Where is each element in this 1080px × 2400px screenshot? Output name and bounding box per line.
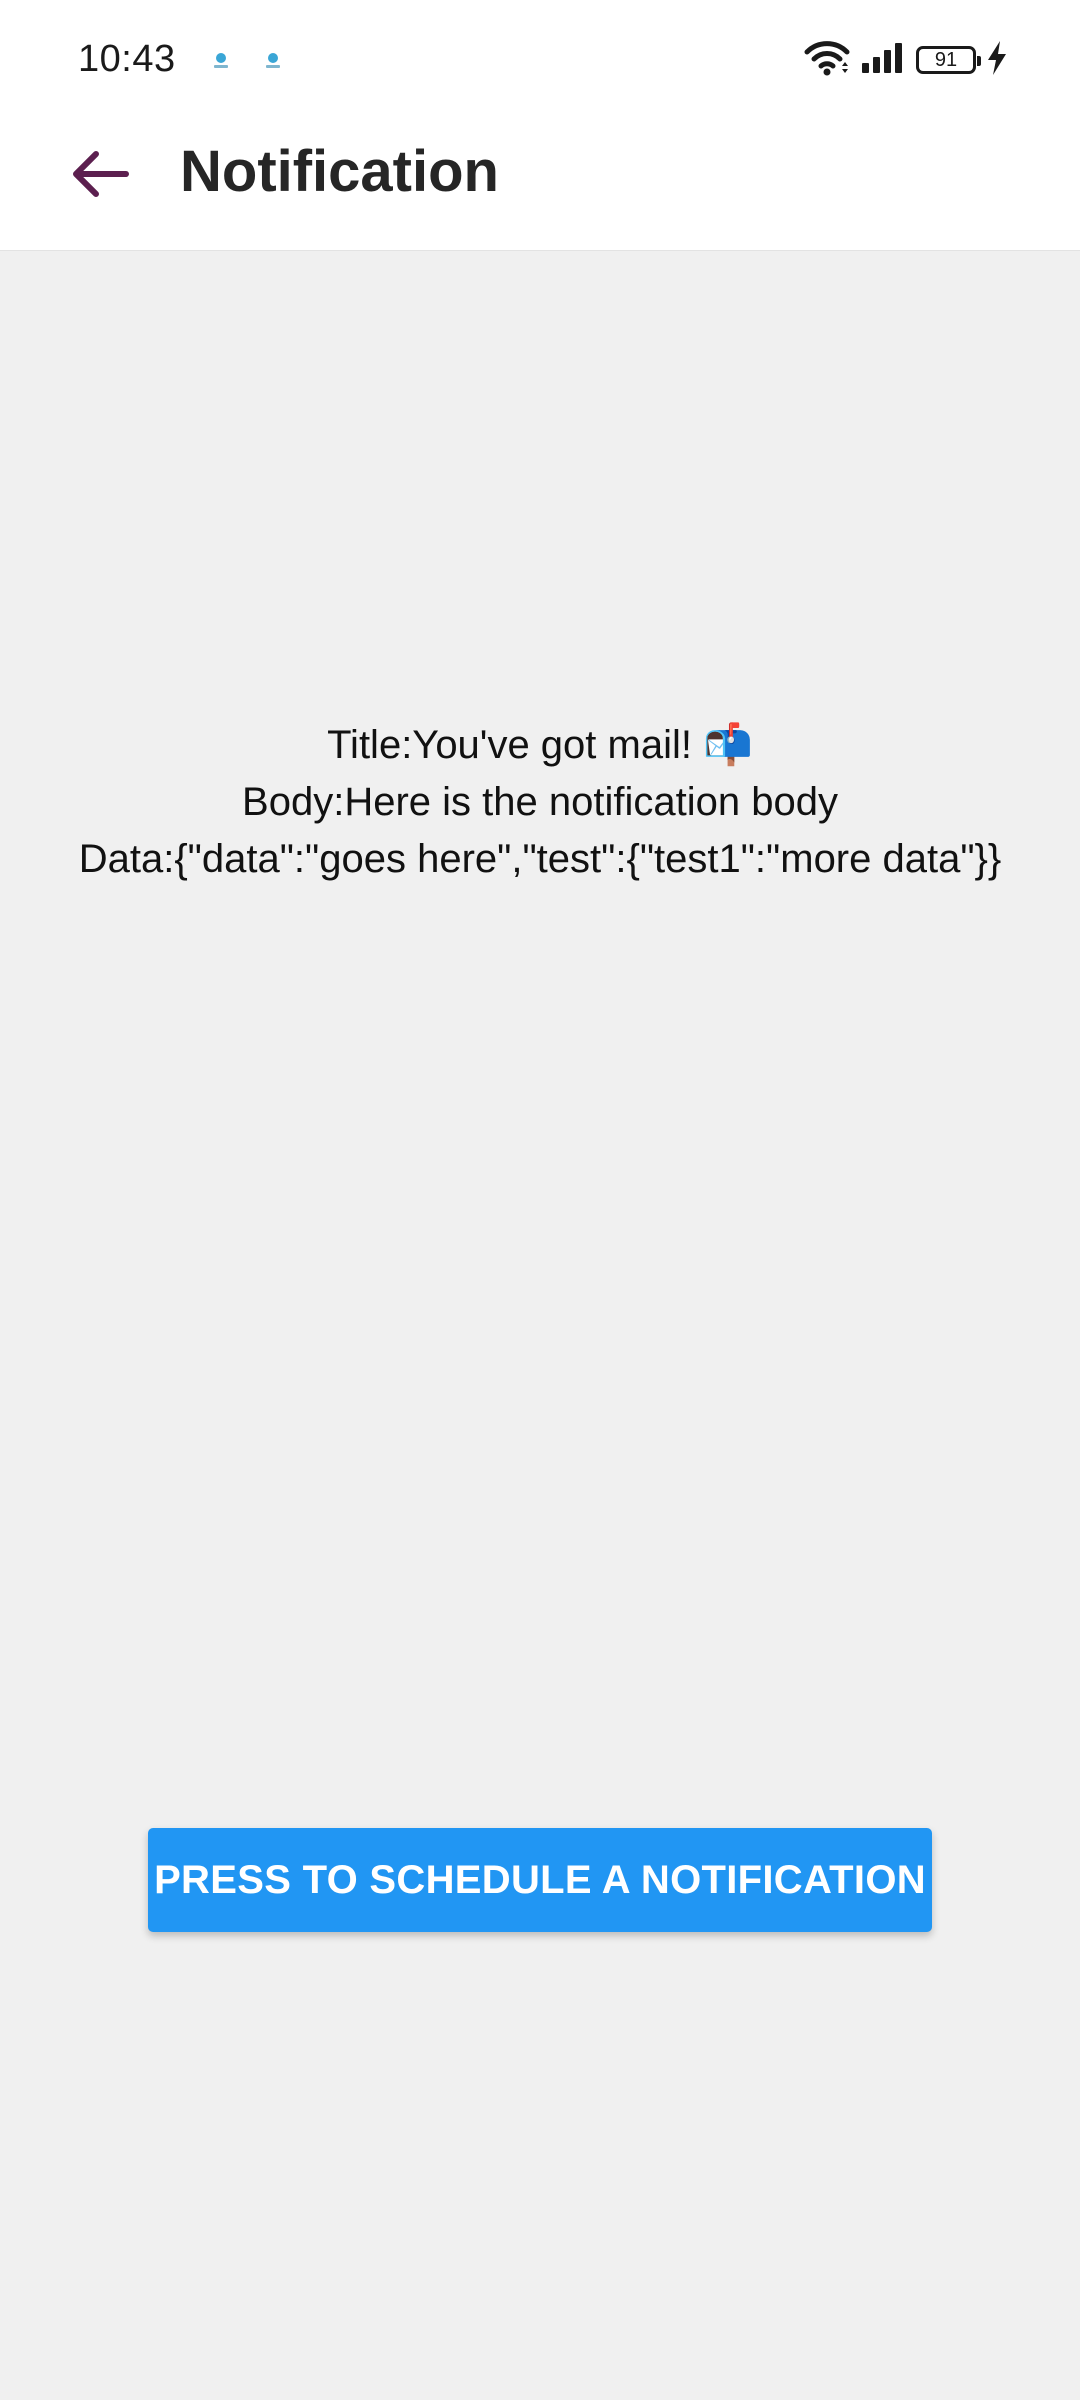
arrow-back-icon — [70, 148, 130, 205]
app-notification-icon — [210, 50, 232, 72]
charging-bolt-icon — [986, 40, 1008, 81]
back-button[interactable] — [60, 136, 140, 216]
status-icons: 91 — [794, 40, 1008, 80]
notification-data-text: Data:{"data":"goes here","test":{"test1"… — [78, 837, 1002, 881]
cellular-signal-icon — [860, 41, 906, 80]
status-bar: 10:43 91 — [0, 0, 1080, 120]
main-content: Title:You've got mail! 📬 Body:Here is th… — [0, 251, 1080, 2400]
notification-body-text: Body:Here is the notification body — [242, 780, 838, 824]
notification-title-text: Title:You've got mail! 📬 — [327, 723, 753, 767]
app-notification-icon — [262, 50, 284, 72]
battery-level: 91 — [934, 48, 958, 71]
schedule-notification-button[interactable]: PRESS TO SCHEDULE A NOTIFICATION — [148, 1828, 932, 1932]
battery-icon: 91 — [916, 46, 981, 74]
page-title: Notification — [180, 139, 499, 204]
status-time: 10:43 — [78, 38, 176, 80]
notification-info: Title:You've got mail! 📬 Body:Here is th… — [0, 717, 1080, 888]
app-bar: Notification — [0, 120, 1080, 251]
wifi-icon — [804, 39, 850, 82]
